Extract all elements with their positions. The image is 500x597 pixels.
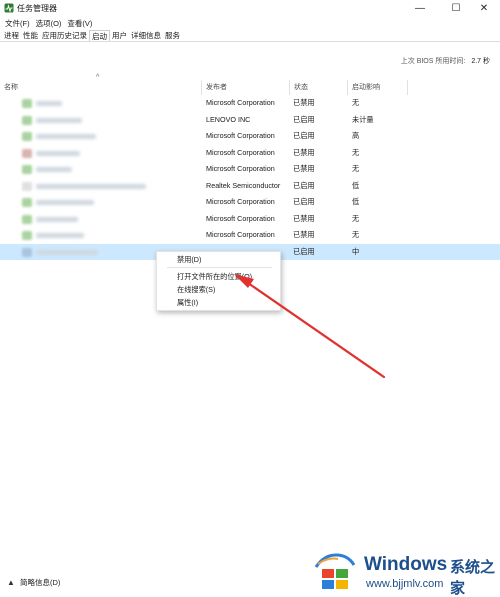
- column-startup-impact[interactable]: 启动影响: [348, 80, 408, 95]
- menu-item-properties[interactable]: 属性(I): [177, 297, 198, 308]
- publisher-cell: Microsoft Corporation: [206, 213, 275, 223]
- column-name[interactable]: 名称: [0, 80, 202, 95]
- watermark-url: www.bjjmlv.com: [366, 578, 444, 590]
- table-row[interactable]: Microsoft Corporation 已禁用 无: [0, 145, 500, 162]
- status-cell: 已禁用: [293, 164, 315, 173]
- impact-cell: 低: [352, 180, 360, 190]
- publisher-cell: Microsoft Corporation: [206, 197, 275, 206]
- publisher-cell: LENOVO INC: [206, 114, 251, 124]
- startup-table: Microsoft Corporation 已禁用 无 LENOVO INC 已…: [0, 95, 500, 260]
- watermark-brand: Windows: [364, 554, 448, 575]
- task-manager-icon: [4, 3, 14, 13]
- menu-separator: [167, 267, 272, 268]
- table-row[interactable]: Microsoft Corporation 已启用 低: [0, 194, 500, 211]
- tab-users[interactable]: 用户: [110, 30, 129, 41]
- blurred-app-name: [36, 216, 78, 222]
- blurred-app-name: [36, 249, 98, 255]
- status-cell: 已启用: [293, 131, 315, 140]
- publisher-cell: Microsoft Corporation: [206, 98, 275, 107]
- table-row[interactable]: LENOVO INC 已启用 未计量: [0, 112, 500, 129]
- impact-cell: 未计量: [352, 114, 374, 124]
- publisher-cell: Microsoft Corporation: [206, 164, 275, 173]
- bios-value: 2.7 秒: [471, 58, 490, 65]
- impact-cell: 中: [352, 246, 360, 256]
- blurred-app-name: [36, 233, 84, 238]
- table-header: 名称 发布者 状态 启动影响: [0, 80, 500, 95]
- tab-strip: 进程 性能 应用历史记录 启动 用户 详细信息 服务: [0, 30, 500, 42]
- menu-item-disable[interactable]: 禁用(D): [177, 254, 201, 265]
- watermark-site-name: 系统之家: [450, 558, 496, 597]
- status-cell: 已启用: [293, 246, 315, 256]
- table-row[interactable]: Microsoft Corporation 已启用 高: [0, 128, 500, 145]
- bios-time: 上次 BIOS 所用时间: 2.7 秒: [401, 56, 490, 66]
- table-row[interactable]: Microsoft Corporation 已禁用 无: [0, 211, 500, 228]
- tab-processes[interactable]: 进程: [0, 30, 21, 41]
- blurred-app-name: [36, 150, 80, 156]
- status-cell: 已禁用: [293, 213, 315, 223]
- column-status[interactable]: 状态: [290, 80, 348, 95]
- menu-item-search-online[interactable]: 在线搜索(S): [177, 284, 215, 295]
- publisher-cell: Microsoft Corporation: [206, 230, 275, 239]
- tab-details[interactable]: 详细信息: [129, 30, 163, 41]
- status-cell: 已禁用: [293, 98, 315, 107]
- impact-cell: 无: [352, 213, 360, 223]
- status-cell: 已启用: [293, 114, 315, 124]
- blurred-app-name: [36, 117, 82, 123]
- window-title: 任务管理器: [17, 4, 57, 13]
- publisher-cell: Microsoft Corporation: [206, 147, 275, 157]
- app-icon: [22, 132, 32, 141]
- blurred-app-name: [36, 200, 94, 205]
- status-cell: 已禁用: [293, 230, 315, 239]
- fewer-details-link[interactable]: 简略信息(D): [20, 577, 60, 588]
- minimize-button[interactable]: —: [404, 0, 436, 17]
- app-icon: [22, 165, 32, 174]
- windows-logo-icon: [314, 553, 356, 589]
- impact-cell: 高: [352, 131, 360, 140]
- blurred-app-name: [36, 183, 146, 189]
- bios-label: 上次 BIOS 所用时间:: [400, 58, 466, 65]
- app-icon: [22, 148, 32, 158]
- menu-view[interactable]: 查看(V): [64, 17, 95, 30]
- impact-cell: 无: [352, 230, 360, 239]
- menu-bar: 文件(F) 选项(O) 查看(V): [0, 17, 95, 30]
- table-row[interactable]: Microsoft Corporation 已禁用 无: [0, 227, 500, 244]
- app-icon: [22, 214, 32, 224]
- impact-cell: 无: [352, 147, 360, 157]
- menu-file[interactable]: 文件(F): [0, 17, 33, 30]
- chevron-up-icon[interactable]: ▲: [7, 578, 17, 587]
- impact-cell: 无: [352, 164, 360, 173]
- blurred-app-name: [36, 167, 72, 172]
- menu-item-open-file-location[interactable]: 打开文件所在的位置(O): [177, 271, 252, 282]
- title-bar: 任务管理器 — ☐ ✕: [0, 0, 500, 17]
- app-icon: [22, 247, 32, 257]
- tab-startup[interactable]: 启动: [89, 30, 110, 41]
- app-icon: [22, 99, 32, 108]
- status-cell: 已禁用: [293, 147, 315, 157]
- table-row[interactable]: Microsoft Corporation 已禁用 无: [0, 95, 500, 112]
- context-menu: 禁用(D) 打开文件所在的位置(O) 在线搜索(S) 属性(I): [156, 251, 281, 311]
- table-row[interactable]: Realtek Semiconductor 已启用 低: [0, 178, 500, 195]
- status-cell: 已启用: [293, 180, 315, 190]
- app-icon: [22, 231, 32, 240]
- tab-app-history[interactable]: 应用历史记录: [40, 30, 89, 41]
- close-button[interactable]: ✕: [468, 0, 500, 17]
- table-row[interactable]: Microsoft Corporation 已禁用 无: [0, 161, 500, 178]
- watermark: Windows 系统之家 www.bjjmlv.com: [308, 545, 500, 597]
- publisher-cell: Realtek Semiconductor: [206, 180, 281, 190]
- menu-options[interactable]: 选项(O): [33, 17, 65, 30]
- impact-cell: 低: [352, 197, 360, 206]
- status-cell: 已启用: [293, 197, 315, 206]
- app-icon: [22, 198, 32, 207]
- column-publisher[interactable]: 发布者: [202, 80, 290, 95]
- impact-cell: 无: [352, 98, 360, 107]
- footer: ▲ 简略信息(D): [0, 572, 60, 592]
- tab-services[interactable]: 服务: [163, 30, 182, 41]
- publisher-cell: Microsoft Corporation: [206, 131, 275, 140]
- app-icon: [22, 115, 32, 125]
- tab-performance[interactable]: 性能: [21, 30, 40, 41]
- blurred-app-name: [36, 101, 62, 106]
- blurred-app-name: [36, 134, 96, 139]
- app-icon: [22, 181, 32, 191]
